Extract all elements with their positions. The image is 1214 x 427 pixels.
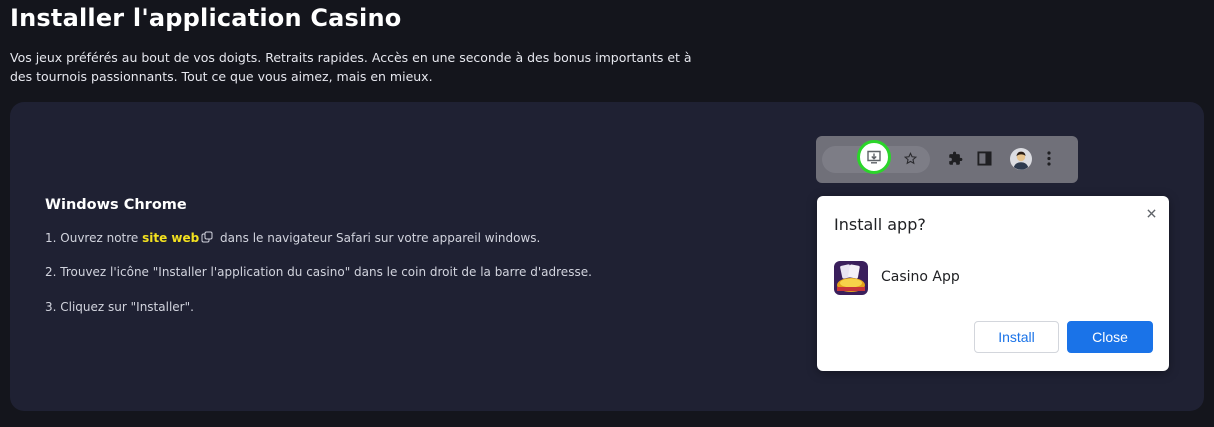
install-app-dialog: Install app? Casino App Install Close <box>817 196 1169 371</box>
dialog-title: Install app? <box>834 215 926 234</box>
external-link-icon <box>201 231 213 246</box>
website-link[interactable]: site web <box>142 231 199 245</box>
step-1: 1. Ouvrez notre site web dans le navigat… <box>45 231 540 246</box>
kebab-menu-icon[interactable] <box>1047 151 1051 166</box>
casino-app-icon <box>834 261 868 295</box>
close-icon[interactable] <box>1144 206 1158 220</box>
page-subtitle: Vos jeux préférés au bout de vos doigts.… <box>10 50 692 84</box>
install-app-page: Installer l'application Casino Vos jeux … <box>0 0 1214 427</box>
app-name: Casino App <box>881 269 960 285</box>
browser-toolbar <box>816 136 1078 183</box>
platform-heading: Windows Chrome <box>45 197 187 213</box>
step-3: 3. Cliquez sur "Installer". <box>45 300 194 314</box>
step-1-prefix: 1. Ouvrez notre <box>45 231 143 245</box>
instructions-card: Windows Chrome 1. Ouvrez notre site web … <box>10 102 1204 411</box>
side-panel-icon[interactable] <box>977 151 992 166</box>
close-button[interactable]: Close <box>1067 321 1153 353</box>
install-button[interactable]: Install <box>974 321 1059 353</box>
install-app-icon[interactable] <box>857 140 891 174</box>
profile-avatar[interactable] <box>1010 148 1032 170</box>
star-icon[interactable] <box>904 152 917 165</box>
page-title: Installer l'application Casino <box>10 4 402 32</box>
step-1-suffix: dans le navigateur Safari sur votre appa… <box>216 231 541 245</box>
step-2: 2. Trouvez l'icône "Installer l'applicat… <box>45 265 592 279</box>
puzzle-icon[interactable] <box>948 151 963 166</box>
